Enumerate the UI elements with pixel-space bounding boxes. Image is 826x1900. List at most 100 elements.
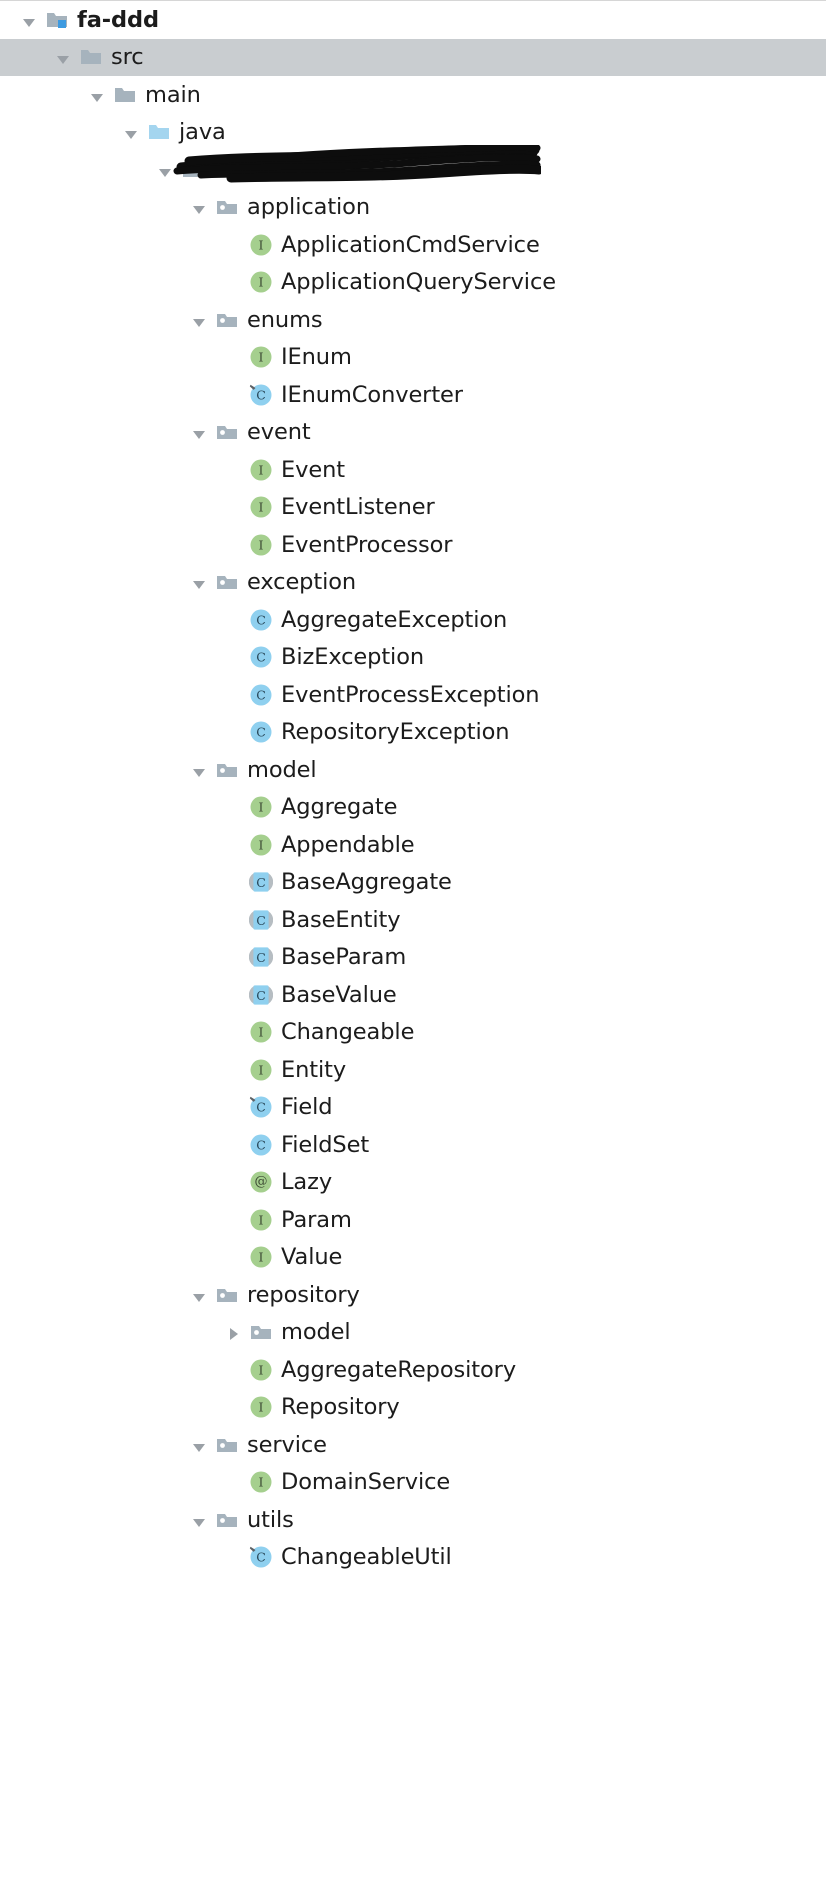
abstract-class-icon: C — [248, 944, 274, 970]
tree-row-label: IEnumConverter — [281, 381, 463, 408]
tree-row[interactable]: application — [0, 189, 826, 227]
tree-row[interactable]: model — [0, 1314, 826, 1352]
class-icon: C — [248, 719, 274, 745]
svg-text:C: C — [256, 875, 266, 890]
tree-row[interactable]: C BaseParam — [0, 939, 826, 977]
interface-icon: I — [248, 344, 274, 370]
tree-row[interactable]: model — [0, 751, 826, 789]
tree-row[interactable]: I ApplicationQueryService — [0, 264, 826, 302]
tree-row-label: service — [247, 1431, 327, 1458]
tree-row-label: Field — [281, 1094, 333, 1120]
chevron-down-icon[interactable] — [188, 309, 210, 331]
chevron-down-icon[interactable] — [188, 1434, 210, 1456]
chevron-down-icon[interactable] — [52, 46, 74, 68]
svg-text:I: I — [259, 350, 264, 365]
package-icon — [214, 569, 240, 595]
package-icon — [214, 1282, 240, 1308]
tree-row[interactable]: I EventListener — [0, 489, 826, 527]
tree-row-label: ApplicationQueryService — [281, 269, 556, 295]
interface-icon: I — [248, 1057, 274, 1083]
tree-row[interactable]: I Entity — [0, 1051, 826, 1089]
tree-row[interactable]: C ChangeableUtil — [0, 1539, 826, 1577]
tree-row-label: Value — [281, 1244, 343, 1270]
interface-icon: I — [248, 1207, 274, 1233]
svg-text:C: C — [256, 650, 266, 665]
chevron-down-icon[interactable] — [188, 1509, 210, 1531]
svg-text:C: C — [256, 913, 266, 928]
interface-icon: I — [248, 1244, 274, 1270]
tree-row[interactable]: repository — [0, 1276, 826, 1314]
tree-row[interactable]: event — [0, 414, 826, 452]
tree-row[interactable]: java — [0, 114, 826, 152]
tree-row-label: fa-ddd — [77, 6, 160, 33]
tree-row[interactable]: C BizException — [0, 639, 826, 677]
tree-row[interactable]: I ApplicationCmdService — [0, 226, 826, 264]
tree-row[interactable]: exception — [0, 564, 826, 602]
tree-row[interactable]: C BaseAggregate — [0, 864, 826, 902]
tree-row[interactable]: fa-ddd — [0, 1, 826, 39]
tree-row[interactable]: I Event — [0, 451, 826, 489]
tree-row[interactable]: I EventProcessor — [0, 526, 826, 564]
tree-row-label: Param — [281, 1206, 352, 1233]
tree-row[interactable]: enums — [0, 301, 826, 339]
tree-row[interactable]: I IEnum — [0, 339, 826, 377]
tree-row[interactable]: I AggregateRepository — [0, 1351, 826, 1389]
tree-row[interactable]: I Appendable — [0, 826, 826, 864]
final-class-icon: C — [248, 1544, 274, 1570]
interface-icon: I — [248, 457, 274, 483]
tree-row-label: EventListener — [281, 494, 435, 520]
chevron-down-icon[interactable] — [188, 421, 210, 443]
chevron-down-icon[interactable] — [86, 84, 108, 106]
tree-row[interactable]: C BaseValue — [0, 976, 826, 1014]
tree-row[interactable]: I Repository — [0, 1389, 826, 1427]
chevron-right-icon[interactable] — [222, 1321, 244, 1343]
tree-row[interactable]: C EventProcessException — [0, 676, 826, 714]
tree-row[interactable]: I Changeable — [0, 1014, 826, 1052]
svg-text:I: I — [259, 1062, 264, 1077]
tree-row[interactable]: I DomainService — [0, 1464, 826, 1502]
svg-text:C: C — [256, 1137, 266, 1152]
tree-row[interactable]: C FieldSet — [0, 1126, 826, 1164]
chevron-down-icon[interactable] — [188, 759, 210, 781]
tree-row[interactable]: I Aggregate — [0, 789, 826, 827]
tree-row-label: repository — [247, 1281, 360, 1308]
package-icon — [214, 757, 240, 783]
abstract-class-icon: C — [248, 907, 274, 933]
tree-row-label: BizException — [281, 644, 425, 670]
package-icon — [248, 1319, 274, 1345]
chevron-down-icon[interactable] — [188, 571, 210, 593]
chevron-down-icon[interactable] — [120, 121, 142, 143]
svg-text:I: I — [259, 1025, 264, 1040]
tree-row[interactable]: I Value — [0, 1239, 826, 1277]
tree-row[interactable]: C IEnumConverter — [0, 376, 826, 414]
tree-row[interactable]: C AggregateException — [0, 601, 826, 639]
package-icon — [180, 157, 206, 183]
tree-row-label: event — [247, 419, 311, 445]
tree-row-label: java — [179, 119, 226, 145]
tree-row-label: BaseValue — [281, 981, 397, 1008]
chevron-down-icon[interactable] — [18, 9, 40, 31]
svg-text:I: I — [259, 462, 264, 477]
tree-row-label: Event — [281, 456, 345, 483]
abstract-class-icon: C — [248, 869, 274, 895]
tree-row-label: enums — [247, 306, 323, 333]
tree-row[interactable]: src — [0, 38, 826, 76]
interface-icon: I — [248, 832, 274, 858]
tree-row[interactable]: C RepositoryException — [0, 714, 826, 752]
chevron-down-icon[interactable] — [154, 159, 176, 181]
project-tree-panel[interactable]: fa-ddd src main java .ddd application I Applica… — [0, 0, 826, 1900]
chevron-down-icon[interactable] — [188, 1284, 210, 1306]
tree-row-label: IEnum — [281, 344, 352, 370]
svg-text:C: C — [256, 950, 266, 965]
tree-row[interactable]: utils — [0, 1501, 826, 1539]
tree-row[interactable]: @ Lazy — [0, 1164, 826, 1202]
tree-row[interactable]: I Param — [0, 1201, 826, 1239]
tree-row[interactable]: service — [0, 1426, 826, 1464]
chevron-down-icon[interactable] — [188, 196, 210, 218]
tree-row[interactable]: main — [0, 76, 826, 114]
tree-row[interactable]: .ddd — [0, 144, 826, 189]
tree-row-label: BaseAggregate — [281, 869, 452, 895]
tree-row[interactable]: C Field — [0, 1089, 826, 1127]
tree-row[interactable]: C BaseEntity — [0, 901, 826, 939]
svg-text:I: I — [259, 1400, 264, 1415]
